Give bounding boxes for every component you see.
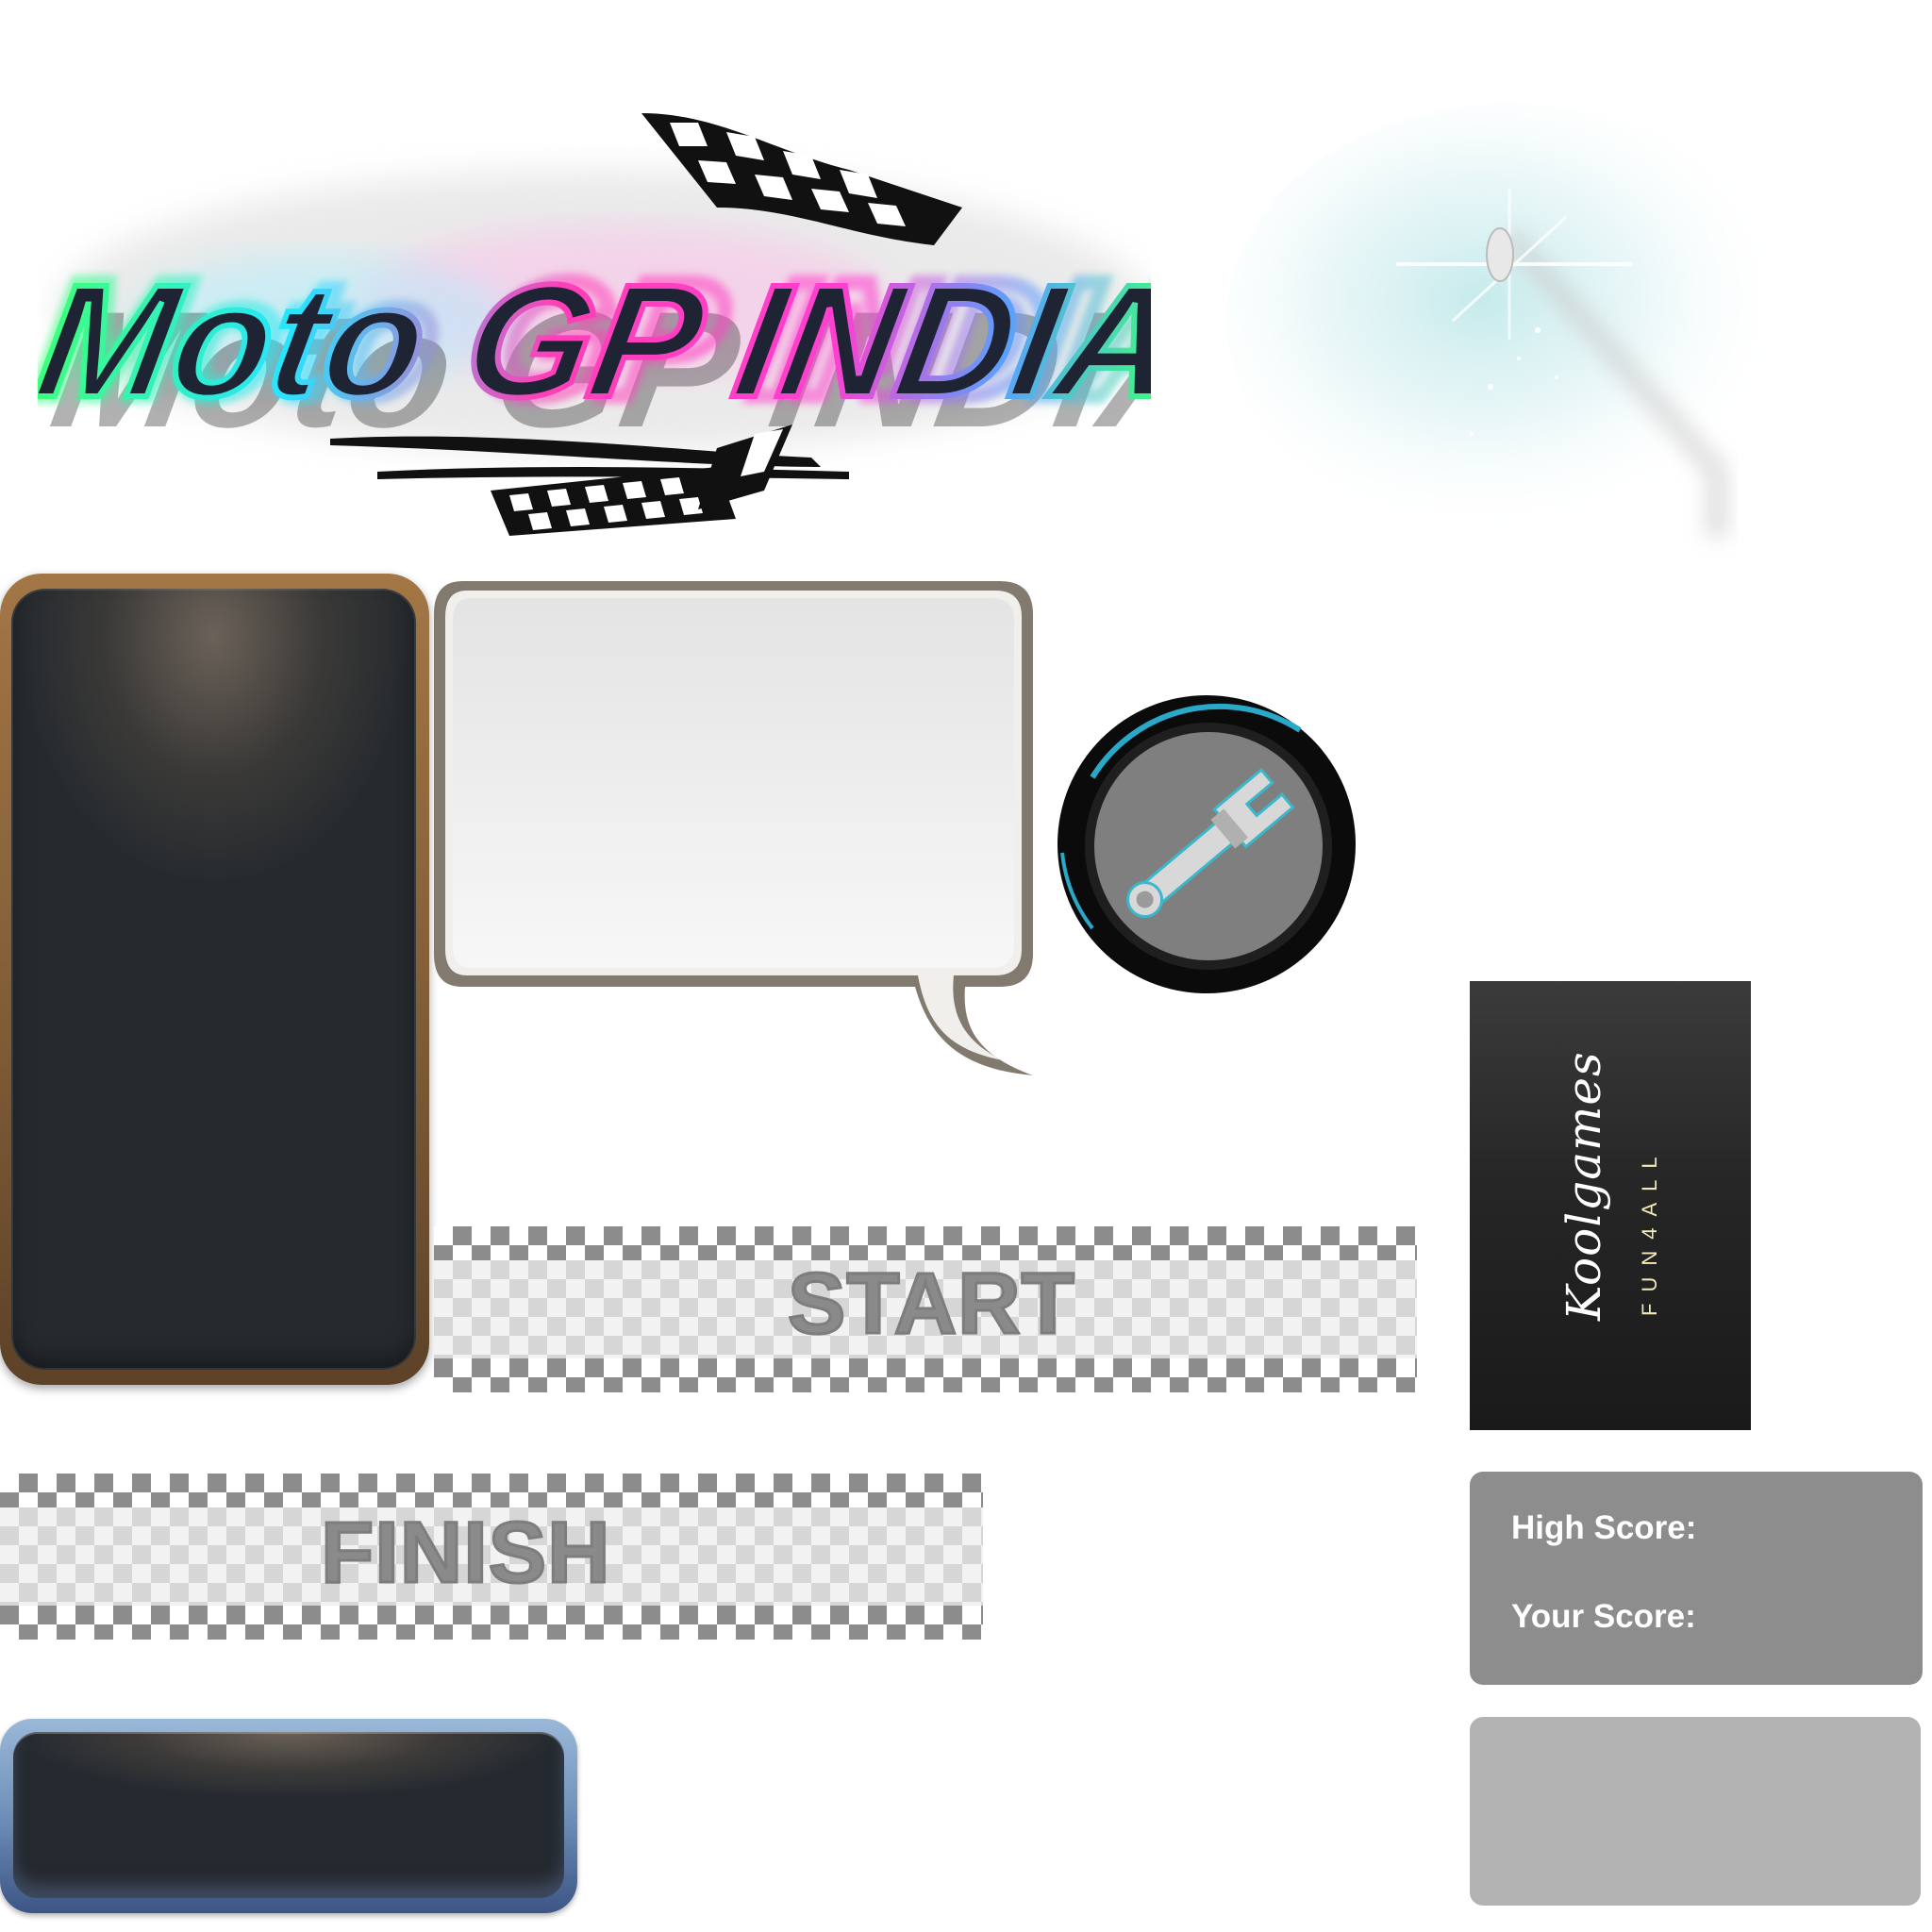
brand-name: Koolgames <box>1557 1051 1611 1321</box>
game-logo: Moto GP INDIA Moto GP INDIA Moto GP INDI… <box>18 94 1241 547</box>
speech-bubble <box>429 574 1052 1083</box>
brand-tagline: FUN4ALL <box>1638 1145 1661 1316</box>
finish-banner: FINISH <box>0 1474 983 1640</box>
start-label: START <box>787 1255 1076 1354</box>
settings-button[interactable] <box>1055 692 1358 996</box>
finish-label: FINISH <box>320 1504 612 1603</box>
light-glow-sprite <box>1226 94 1840 604</box>
blank-button[interactable] <box>0 1719 577 1913</box>
blank-panel <box>1470 1717 1921 1906</box>
start-banner: START <box>434 1226 1417 1392</box>
logo-title: Moto GP INDIA <box>38 252 1151 431</box>
dark-panel-surface <box>11 589 416 1370</box>
your-score-label: Your Score: <box>1511 1598 1696 1635</box>
blank-button-surface <box>13 1732 564 1898</box>
score-panel: High Score: Your Score: <box>1470 1472 1923 1685</box>
dark-panel <box>0 574 429 1385</box>
high-score-label: High Score: <box>1511 1509 1697 1546</box>
light-bulb-icon <box>1486 227 1514 282</box>
brand-panel: Koolgames FUN4ALL <box>1470 981 1751 1430</box>
